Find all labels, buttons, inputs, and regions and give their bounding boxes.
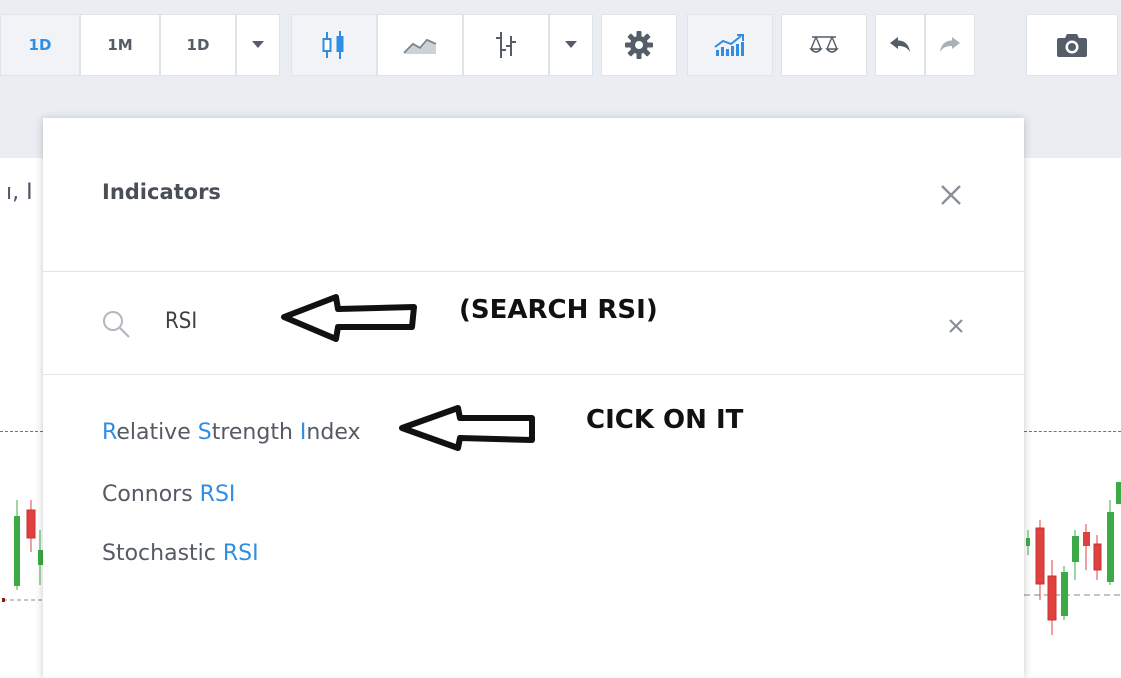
divider [43,271,1024,272]
dialog-close-button[interactable] [936,180,966,210]
candle [1061,572,1068,616]
interval-1d-active-button[interactable]: 1D [0,14,80,76]
caret-down-icon [565,41,577,48]
scales-icon [809,36,839,53]
close-icon [941,185,961,205]
dialog-title: Indicators [102,180,221,204]
snapshot-button[interactable] [1026,14,1118,76]
interval-1d-button[interactable]: 1D [160,14,236,76]
gear-icon [625,31,653,59]
interval-1d-label: 1D [186,36,210,54]
price-line-left [0,431,43,432]
undo-button[interactable] [875,14,925,76]
divider [43,374,1024,375]
candle [1072,536,1079,562]
line-chart-button[interactable] [377,14,463,76]
indicators-chart-icon [714,34,744,56]
result-text-highlight: R [102,420,117,445]
result-text: Connors [102,482,200,507]
result-text-highlight: RSI [199,482,236,507]
settings-button[interactable] [601,14,677,76]
result-text: elative [116,420,198,445]
annotation-arrow-click [399,405,535,451]
candles-left [2,500,43,602]
candle [26,509,36,539]
candle [1116,482,1121,504]
interval-dropdown-button[interactable] [236,14,280,76]
candle [1093,543,1102,571]
area-line-icon [403,38,437,54]
search-icon [103,311,130,338]
annotation-click-hint: CICK ON IT [586,405,744,435]
interval-1m-button[interactable]: 1M [80,14,160,76]
price-line-right [1024,431,1121,432]
chart-symbol-title: ı, I [6,180,33,205]
candlestick-icon [322,31,344,59]
compare-button[interactable] [781,14,867,76]
result-text: ndex [306,420,361,445]
chart-type-dropdown-button[interactable] [549,14,593,76]
ohlc-bars-icon [496,32,516,58]
result-text: Stochastic [102,541,223,566]
redo-button[interactable] [925,14,975,76]
result-stochastic-rsi[interactable]: Stochastic RSI [102,541,259,566]
result-text: trength [211,420,300,445]
result-connors-rsi[interactable]: Connors RSI [102,482,235,507]
camera-icon [1057,34,1087,57]
undo-arrow-icon [890,37,910,52]
indicator-search-input[interactable] [163,308,287,335]
caret-down-icon [252,41,264,48]
indicators-button[interactable] [687,14,773,76]
candle [1026,538,1030,546]
candle [1035,527,1045,585]
result-relative-strength-index[interactable]: Relative Strength Index [102,420,360,445]
redo-arrow-icon [940,37,960,52]
indicators-dialog: Indicators Relative Strength Index Conno… [43,118,1024,678]
annotation-search-hint: (SEARCH RSI) [459,295,658,325]
search-clear-button[interactable] [943,313,969,339]
interval-1d-active-label: 1D [28,36,52,54]
candle [1107,512,1114,582]
annotation-arrow-search [281,294,417,342]
candles-chart-button[interactable] [291,14,377,76]
bars-chart-button[interactable] [463,14,549,76]
candles-right [1024,482,1121,635]
result-text-highlight: RSI [222,541,259,566]
candle [1047,575,1057,621]
result-text-highlight: S [197,420,212,445]
candle [1083,532,1090,546]
clear-icon [949,319,963,333]
interval-1m-label: 1M [107,36,133,54]
candle [14,516,20,586]
